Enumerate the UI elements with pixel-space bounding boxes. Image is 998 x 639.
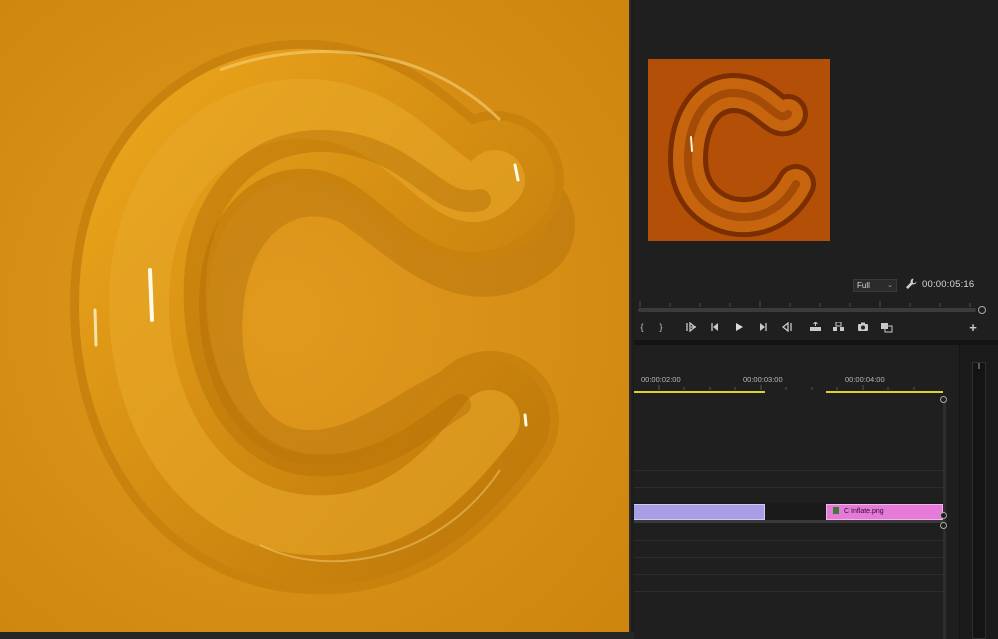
timeline-time-label: 00:00:02:00 bbox=[641, 375, 681, 384]
audio-meter-panel bbox=[959, 345, 998, 639]
letter-c-thumbnail-image bbox=[648, 59, 830, 241]
wrench-icon[interactable] bbox=[904, 277, 918, 291]
scrollbar-handle[interactable] bbox=[940, 522, 947, 529]
chevron-down-icon: ⌄ bbox=[887, 282, 893, 289]
track-divider bbox=[634, 540, 946, 541]
mark-out-button[interactable]: } bbox=[655, 318, 667, 336]
timeline-clip-c-inflate[interactable]: C Inflate.png bbox=[826, 504, 943, 520]
track-divider bbox=[634, 574, 946, 575]
lift-icon bbox=[809, 322, 821, 331]
inflated-letter-c-image bbox=[0, 0, 629, 632]
timeline-panel[interactable]: 00:00:02:00 00:00:03:00 00:00:04:00 C In… bbox=[634, 345, 959, 639]
app-window: Full ⌄ 00:00:05:16 { } + 00:00:02:00 00:… bbox=[0, 0, 998, 639]
step-back-button[interactable] bbox=[708, 318, 722, 336]
clip-name: C Inflate.png bbox=[844, 508, 884, 515]
work-area-bar[interactable] bbox=[634, 391, 765, 393]
timeline-ruler[interactable] bbox=[634, 385, 946, 395]
timeline-time-label: 00:00:04:00 bbox=[845, 375, 885, 384]
export-frame-button[interactable] bbox=[855, 318, 871, 336]
scrollbar-top-handle[interactable] bbox=[940, 396, 947, 403]
scrollbar-handle[interactable] bbox=[940, 512, 947, 519]
program-preview-thumbnail bbox=[648, 59, 830, 241]
track-divider bbox=[634, 557, 946, 558]
clip-effect-badge-icon bbox=[833, 507, 839, 514]
go-to-in-button[interactable] bbox=[684, 318, 700, 336]
go-to-out-icon bbox=[781, 322, 792, 332]
track-divider bbox=[634, 487, 946, 488]
mark-in-button[interactable]: { bbox=[636, 318, 648, 336]
button-editor-add-button[interactable]: + bbox=[966, 318, 980, 336]
right-panel: Full ⌄ 00:00:05:16 { } + 00:00:02:00 00:… bbox=[634, 0, 998, 639]
lift-button[interactable] bbox=[807, 318, 823, 336]
track-divider bbox=[634, 470, 946, 471]
zoom-level-dropdown[interactable]: Full ⌄ bbox=[853, 279, 897, 292]
work-area-bar[interactable] bbox=[826, 391, 943, 393]
audio-meter-peak bbox=[978, 363, 980, 369]
playhead-timecode[interactable]: 00:00:05:16 bbox=[922, 279, 974, 290]
extract-icon bbox=[832, 322, 844, 331]
play-icon bbox=[736, 323, 743, 331]
go-to-out-button[interactable] bbox=[778, 318, 794, 336]
go-to-in-icon bbox=[686, 322, 697, 332]
comparison-view-icon bbox=[880, 322, 892, 332]
comparison-view-button[interactable] bbox=[878, 318, 894, 336]
play-button[interactable] bbox=[732, 318, 746, 336]
step-forward-icon bbox=[760, 323, 767, 331]
scroll-handle[interactable] bbox=[978, 306, 986, 314]
step-forward-button[interactable] bbox=[756, 318, 770, 336]
timeline-time-label: 00:00:03:00 bbox=[743, 375, 783, 384]
zoom-scroll-bar[interactable] bbox=[638, 308, 976, 312]
source-preview-panel[interactable] bbox=[0, 0, 631, 632]
zoom-level-value: Full bbox=[857, 281, 870, 290]
step-back-icon bbox=[711, 323, 718, 331]
extract-button[interactable] bbox=[830, 318, 846, 336]
preview-bottom-border bbox=[0, 632, 634, 639]
timeline-clip-purple[interactable] bbox=[634, 504, 765, 520]
track-divider bbox=[634, 591, 946, 592]
audio-meter-channel bbox=[972, 362, 986, 639]
timeline-vertical-scrollbar[interactable] bbox=[943, 400, 946, 639]
video-audio-separator[interactable] bbox=[634, 520, 946, 523]
transport-controls: { } + bbox=[634, 318, 998, 338]
program-monitor[interactable]: Full ⌄ 00:00:05:16 { } + bbox=[634, 0, 998, 340]
camera-icon bbox=[858, 322, 868, 331]
